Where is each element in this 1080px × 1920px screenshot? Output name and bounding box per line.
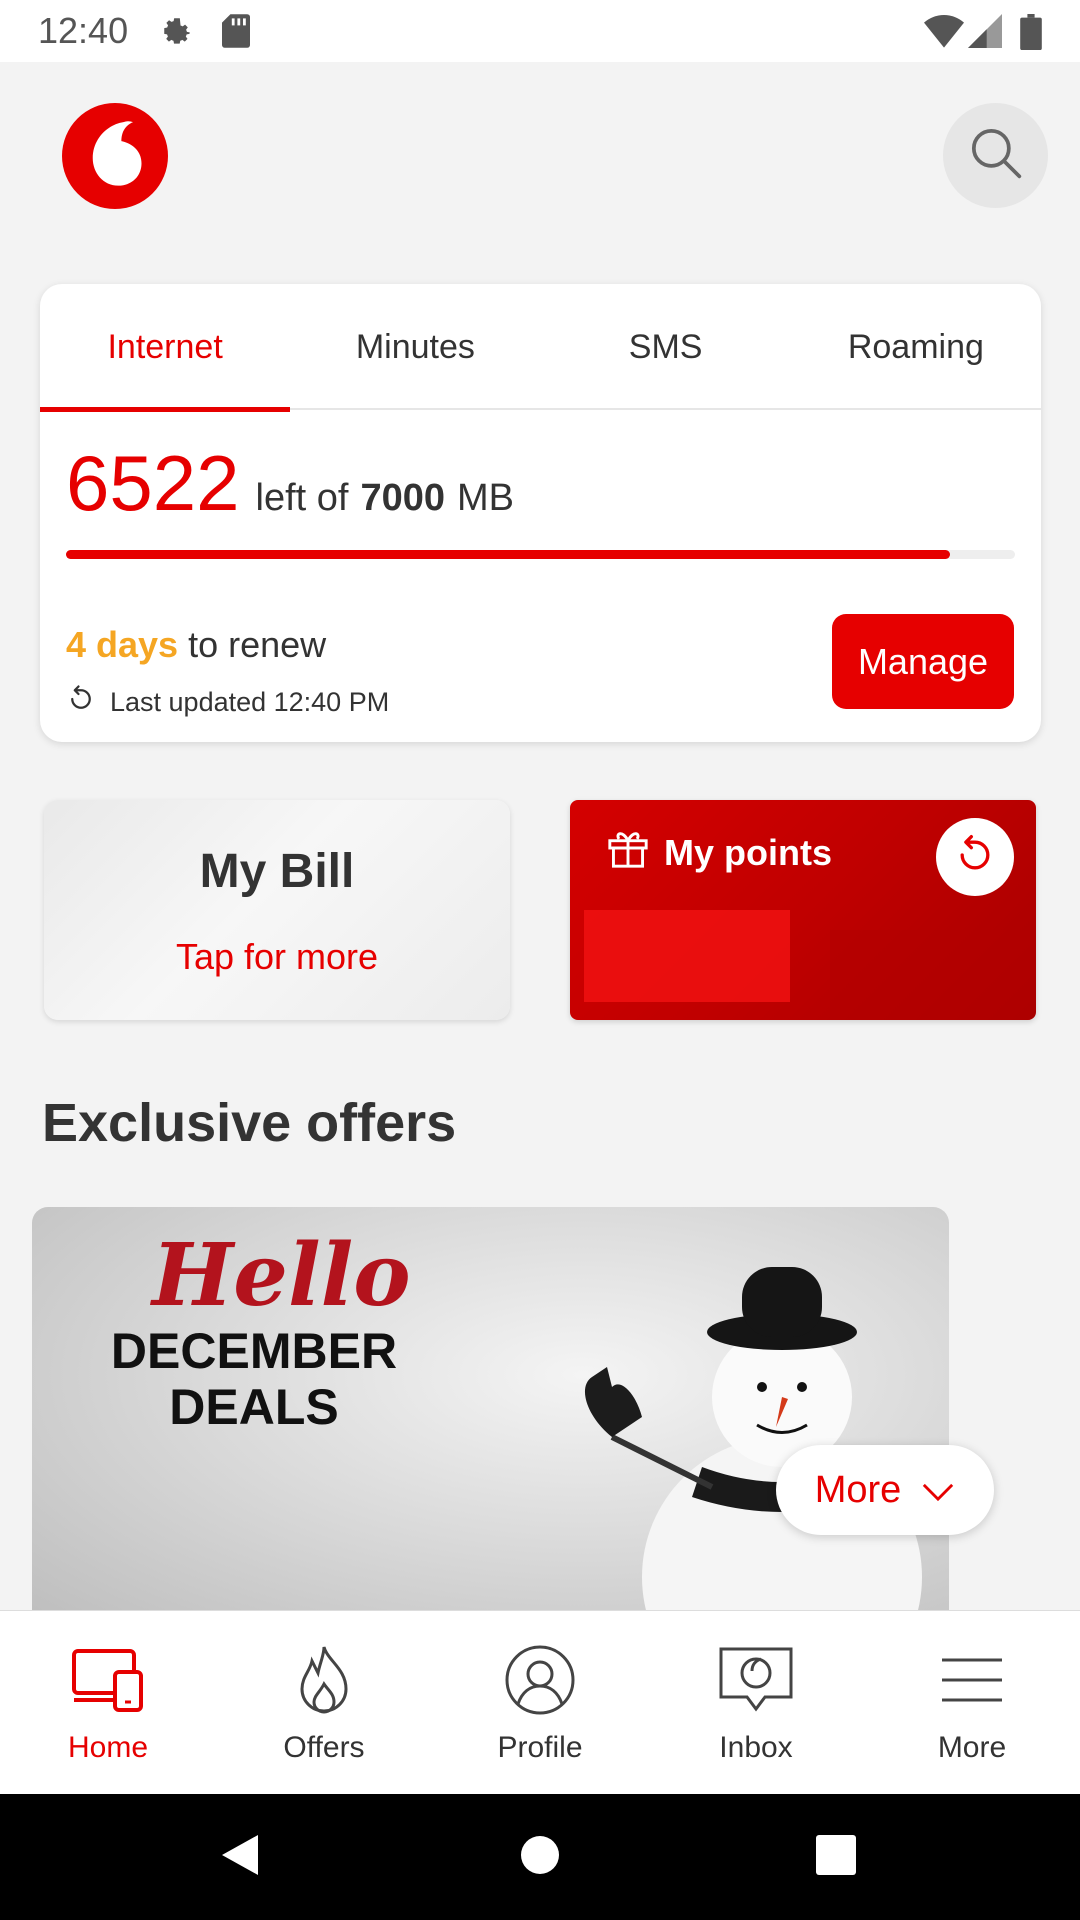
offer-banner[interactable]: Hello DECEMBER DEALS: [32, 1207, 949, 1627]
points-decoration: [830, 930, 1030, 1020]
battery-icon: [1020, 14, 1042, 55]
nav-inbox-label: Inbox: [719, 1731, 793, 1764]
offer-banner-script: Hello: [152, 1225, 411, 1326]
nav-offers-label: Offers: [283, 1731, 365, 1764]
system-navigation-bar: [0, 1794, 1080, 1920]
usage-tabs: Internet Minutes SMS Roaming: [40, 284, 1041, 412]
recents-button[interactable]: [814, 1794, 858, 1920]
back-button[interactable]: [210, 1794, 270, 1920]
tab-roaming[interactable]: Roaming: [791, 284, 1041, 410]
my-bill-title: My Bill: [199, 845, 355, 898]
my-points-tile[interactable]: My points: [570, 800, 1036, 1020]
renew-info: 4 days to renew: [66, 624, 326, 666]
usage-total: 7000: [360, 477, 446, 519]
status-time: 12:40: [38, 10, 129, 51]
usage-progress-bar: [66, 550, 1015, 559]
nav-more[interactable]: More: [864, 1611, 1080, 1795]
nav-inbox[interactable]: Inbox: [648, 1611, 864, 1795]
recents-icon: [815, 1834, 857, 1881]
settings-icon: [160, 14, 194, 53]
wifi-icon: [924, 14, 964, 53]
gift-icon: [606, 828, 664, 877]
back-icon: [218, 1831, 262, 1884]
usage-unit: MB: [457, 477, 515, 519]
inbox-icon: [717, 1641, 795, 1719]
more-offers-label: More: [814, 1468, 902, 1511]
snowman-illustration: [552, 1247, 949, 1627]
refresh-icon: [953, 833, 997, 882]
usage-left-of-text: left of: [255, 477, 349, 519]
points-decoration: [584, 910, 790, 1002]
points-refresh-button[interactable]: [936, 818, 1014, 896]
nav-profile-label: Profile: [497, 1731, 583, 1764]
exclusive-offers-heading: Exclusive offers: [42, 1093, 457, 1153]
my-bill-tile[interactable]: My Bill Tap for more: [44, 800, 510, 1020]
offer-banner-title-line1: DECEMBER: [110, 1323, 398, 1379]
my-bill-subtitle: Tap for more: [175, 936, 379, 977]
menu-icon: [940, 1641, 1004, 1719]
home-circle-icon: [520, 1835, 560, 1880]
tab-sms[interactable]: SMS: [541, 284, 791, 410]
nav-profile[interactable]: Profile: [432, 1611, 648, 1795]
nav-more-label: More: [937, 1731, 1007, 1764]
offer-banner-title: DECEMBER DEALS: [104, 1323, 404, 1435]
my-points-label: My points: [664, 831, 832, 873]
vodafone-logo: [62, 103, 168, 209]
more-offers-button[interactable]: More: [776, 1445, 994, 1535]
flame-icon: [296, 1641, 352, 1719]
signal-icon: [968, 14, 1002, 53]
my-points-title: My points: [606, 828, 832, 877]
usage-progress-fill: [66, 550, 951, 559]
renew-days: 4 days: [66, 624, 179, 665]
usage-card: Internet Minutes SMS Roaming 6522 left o…: [40, 284, 1041, 742]
bottom-navigation: Home Offers Profile Inbox More: [0, 1610, 1080, 1794]
sd-card-icon: [222, 14, 250, 53]
chevron-down-icon: [901, 1469, 955, 1512]
profile-icon: [504, 1641, 576, 1719]
manage-button[interactable]: Manage: [832, 614, 1014, 709]
nav-home-label: Home: [67, 1731, 149, 1764]
nav-home[interactable]: Home: [0, 1611, 216, 1795]
offer-banner-title-line2: DEALS: [169, 1379, 339, 1435]
search-button[interactable]: [943, 103, 1048, 208]
last-updated-text: Last updated 12:40 PM: [110, 687, 390, 717]
last-updated: Last updated 12:40 PM: [66, 684, 389, 721]
usage-summary: 6522 left of 7000 MB: [66, 444, 514, 522]
home-button[interactable]: [512, 1794, 568, 1920]
renew-text: to renew: [188, 624, 327, 665]
search-icon: [968, 125, 1024, 186]
tab-minutes[interactable]: Minutes: [290, 284, 540, 410]
status-bar: 12:40: [0, 0, 1080, 62]
tab-internet[interactable]: Internet: [40, 284, 291, 412]
usage-remaining: 6522: [66, 439, 240, 527]
devices-icon: [71, 1641, 145, 1719]
refresh-icon: [66, 684, 110, 721]
nav-offers[interactable]: Offers: [216, 1611, 432, 1795]
